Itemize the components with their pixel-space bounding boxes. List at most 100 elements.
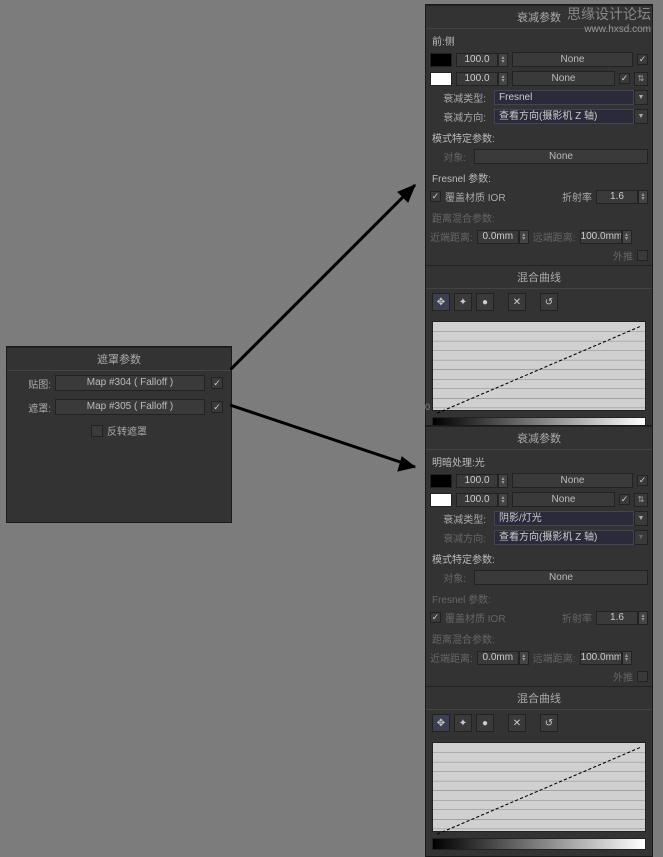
scale-tool-b[interactable]: ✦	[454, 714, 472, 732]
curve-gradient-b	[432, 838, 646, 850]
map-2-button[interactable]: None	[512, 71, 615, 86]
map-2-button-b[interactable]: None	[512, 492, 615, 507]
dist-section: 距离混合参数:	[426, 206, 652, 227]
ior-spinner-b: ▴▾	[596, 611, 648, 625]
override-ior-label: 覆盖材质 IOR	[445, 189, 506, 204]
override-ior-label-b: 覆盖材质 IOR	[445, 610, 506, 625]
arrow-bottom	[230, 397, 430, 497]
swap-button[interactable]: ⇅	[634, 72, 648, 86]
falloff-dir-dropdown[interactable]: 查看方向(摄影机 Z 轴)▼	[494, 109, 648, 124]
move-tool-b[interactable]: ✥	[432, 714, 450, 732]
override-ior-checkbox-b: ✓	[430, 612, 441, 623]
value-2-spinner[interactable]: ▴▾	[456, 72, 508, 86]
fresnel-section-b: Fresnel 参数:	[426, 587, 652, 608]
chevron-down-icon: ▼	[634, 511, 648, 526]
value-2-input	[456, 72, 498, 86]
invert-checkbox[interactable]	[91, 425, 103, 437]
map-1-button[interactable]: None	[512, 52, 633, 67]
ior-label-b: 折射率	[562, 610, 592, 625]
falloff-type-dropdown-b[interactable]: 阴影/灯光▼	[494, 511, 648, 526]
value-2-spinner-b[interactable]: ▴▾	[456, 493, 508, 507]
chevron-down-icon: ▼	[634, 90, 648, 105]
extrap-checkbox-b	[637, 671, 648, 682]
value-1-spinner[interactable]: ▴▾	[456, 53, 508, 67]
light-label: 明暗处理:光	[426, 450, 652, 471]
object-label: 对象:	[430, 149, 470, 164]
falloff-type-label-b: 衰减类型:	[430, 511, 490, 526]
mode-section: 模式特定参数:	[426, 126, 652, 147]
falloff-type-dropdown[interactable]: Fresnel▼	[494, 90, 648, 105]
value-1-input	[456, 53, 498, 67]
map-2-checkbox[interactable]: ✓	[619, 73, 630, 84]
delete-tool-b[interactable]: ✕	[508, 714, 526, 732]
object-button: None	[474, 149, 648, 164]
mask-button[interactable]: Map #305 ( Falloff )	[55, 399, 205, 415]
swap-button-b[interactable]: ⇅	[634, 493, 648, 507]
watermark-url: www.hxsd.com	[567, 24, 651, 35]
far-label: 远端距离:	[533, 229, 576, 244]
curve-toolbar-b: ✥ ✦ ● ✕ ↺	[426, 710, 652, 736]
extrap-label: 外推	[613, 248, 633, 263]
curve-editor-b[interactable]	[432, 742, 646, 832]
falloff-panel-top: 衰减参数 前:侧 ▴▾ None ✓ ▴▾ None ✓ ⇅ 衰减类型: Fre…	[425, 4, 653, 436]
value-1-spinner-b[interactable]: ▴▾	[456, 474, 508, 488]
color-1-swatch-b[interactable]	[430, 474, 452, 488]
near-spinner: ▴▾	[477, 230, 529, 244]
override-ior-checkbox[interactable]: ✓	[430, 191, 441, 202]
scale-tool[interactable]: ✦	[454, 293, 472, 311]
falloff-dir-label: 衰减方向:	[430, 109, 490, 124]
color-2-swatch[interactable]	[430, 72, 452, 86]
curve-rollup[interactable]: 混合曲线	[426, 265, 652, 289]
mask-enable-checkbox[interactable]: ✓	[211, 401, 223, 413]
invert-label: 反转遮罩	[107, 423, 147, 438]
curve-rollup-b[interactable]: 混合曲线	[426, 686, 652, 710]
add-point-tool-b[interactable]: ●	[476, 714, 494, 732]
dist-section-b: 距离混合参数:	[426, 627, 652, 648]
mask-panel: 遮罩参数 贴图: Map #304 ( Falloff ) ✓ 遮罩: Map …	[6, 346, 232, 523]
map-1-button-b[interactable]: None	[512, 473, 633, 488]
falloff-panel-bottom: 衰减参数 明暗处理:光 ▴▾ None ✓ ▴▾ None ✓ ⇅ 衰减类型: …	[425, 425, 653, 857]
reset-tool-b[interactable]: ↺	[540, 714, 558, 732]
chevron-down-icon: ▼	[634, 109, 648, 124]
map-1-checkbox[interactable]: ✓	[637, 54, 648, 65]
map-2-checkbox-b[interactable]: ✓	[619, 494, 630, 505]
delete-tool[interactable]: ✕	[508, 293, 526, 311]
far-spinner: ▴▾	[580, 230, 632, 244]
color-1-swatch[interactable]	[430, 53, 452, 67]
object-label-b: 对象:	[430, 570, 470, 585]
map-button[interactable]: Map #304 ( Falloff )	[55, 375, 205, 391]
far-label-b: 远端距离:	[533, 650, 576, 665]
mask-label: 遮罩:	[15, 400, 51, 415]
add-point-tool[interactable]: ●	[476, 293, 494, 311]
near-label-b: 近端距离:	[430, 650, 473, 665]
map-enable-checkbox[interactable]: ✓	[211, 377, 223, 389]
falloff-rollup-b[interactable]: 衰减参数	[426, 426, 652, 450]
ior-input	[596, 190, 638, 204]
falloff-dir-dropdown-b: 查看方向(摄影机 Z 轴)▼	[494, 530, 648, 545]
near-spinner-b: ▴▾	[477, 651, 529, 665]
watermark-cn: 思缘设计论坛	[567, 4, 651, 24]
chevron-down-icon: ▼	[634, 530, 648, 545]
curve-editor[interactable]: 0	[432, 321, 646, 411]
falloff-dir-label-b: 衰减方向:	[430, 530, 490, 545]
arrow-top	[230, 170, 430, 370]
fresnel-section: Fresnel 参数:	[426, 166, 652, 187]
extrap-label-b: 外推	[613, 669, 633, 684]
falloff-type-label: 衰减类型:	[430, 90, 490, 105]
near-label: 近端距离:	[430, 229, 473, 244]
reset-tool[interactable]: ↺	[540, 293, 558, 311]
extrap-checkbox	[637, 250, 648, 261]
mode-section-b: 模式特定参数:	[426, 547, 652, 568]
mask-title[interactable]: 遮罩参数	[7, 347, 231, 371]
far-spinner-b: ▴▾	[580, 651, 632, 665]
watermark: 思缘设计论坛 www.hxsd.com	[567, 4, 651, 35]
curve-grid-b	[433, 743, 645, 838]
map-1-checkbox-b[interactable]: ✓	[637, 475, 648, 486]
map-label: 贴图:	[15, 376, 51, 391]
move-tool[interactable]: ✥	[432, 293, 450, 311]
curve-toolbar: ✥ ✦ ● ✕ ↺	[426, 289, 652, 315]
ior-spinner[interactable]: ▴▾	[596, 190, 648, 204]
ior-label: 折射率	[562, 189, 592, 204]
curve-grid	[433, 322, 645, 417]
color-2-swatch-b[interactable]	[430, 493, 452, 507]
